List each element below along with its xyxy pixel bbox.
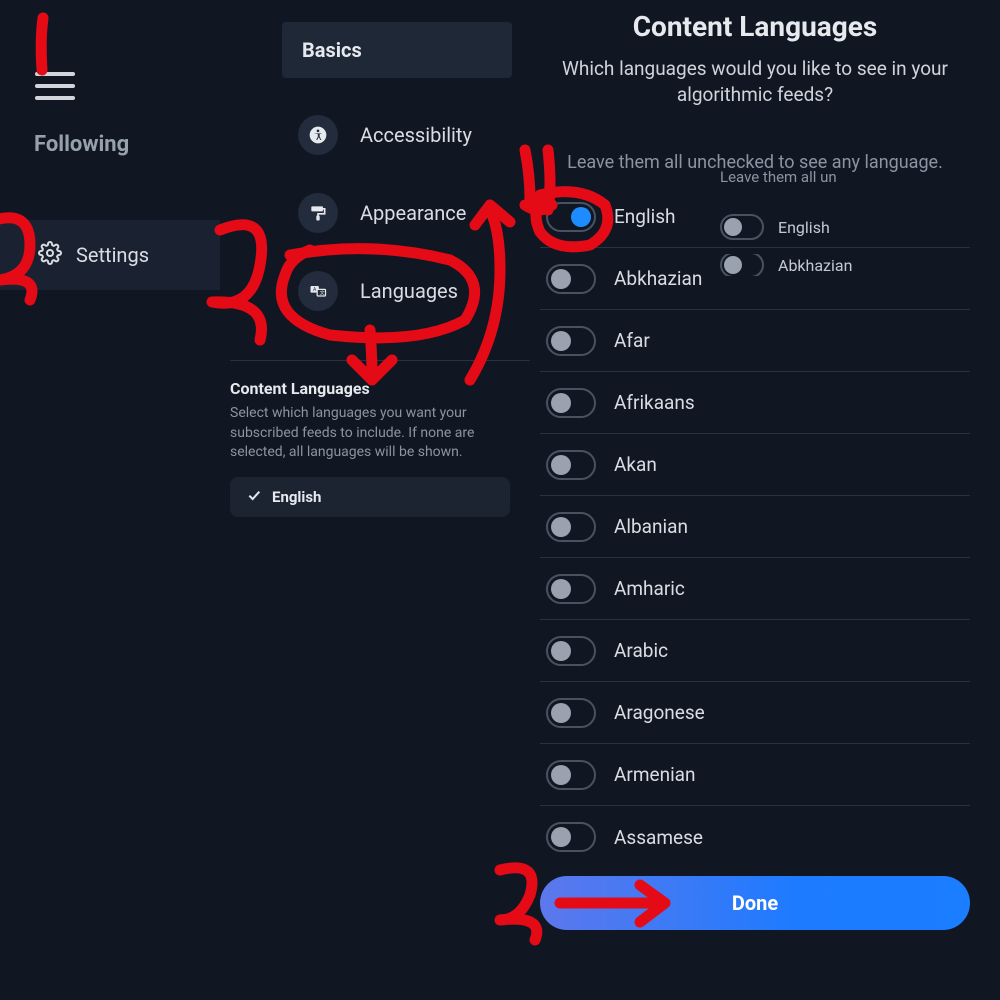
basics-item-label: Accessibility bbox=[360, 123, 472, 147]
language-row[interactable]: Armenian bbox=[540, 744, 970, 806]
language-label: Afar bbox=[614, 329, 650, 352]
language-row[interactable]: Akan bbox=[540, 434, 970, 496]
basics-item-languages[interactable]: A文 Languages bbox=[298, 252, 528, 330]
language-label: Aragonese bbox=[614, 701, 705, 724]
page-title: Content Languages bbox=[540, 10, 970, 43]
paint-roller-icon bbox=[298, 193, 338, 233]
language-toggle[interactable] bbox=[546, 326, 596, 356]
check-icon bbox=[246, 487, 262, 507]
language-label: Amharic bbox=[614, 577, 685, 600]
language-label: Afrikaans bbox=[614, 391, 695, 414]
language-toggle[interactable] bbox=[546, 822, 596, 852]
content-languages-subtitle: Select which languages you want your sub… bbox=[230, 404, 500, 463]
language-row[interactable]: Arabic bbox=[540, 620, 970, 682]
following-tab[interactable]: Following bbox=[34, 132, 129, 157]
content-languages-title: Content Languages bbox=[230, 379, 530, 398]
basics-item-appearance[interactable]: Appearance bbox=[298, 174, 528, 252]
selected-language-chip[interactable]: English bbox=[230, 477, 510, 517]
done-button[interactable]: Done bbox=[540, 876, 970, 930]
language-label: Albanian bbox=[614, 515, 688, 538]
language-row[interactable]: Aragonese bbox=[540, 682, 970, 744]
language-toggle[interactable] bbox=[546, 698, 596, 728]
language-toggle[interactable] bbox=[546, 512, 596, 542]
selected-language-chip-label: English bbox=[272, 488, 321, 506]
language-toggle[interactable] bbox=[546, 450, 596, 480]
language-toggle[interactable] bbox=[546, 202, 596, 232]
language-label: Assamese bbox=[614, 826, 703, 849]
basics-header: Basics bbox=[282, 22, 512, 78]
language-label: Abkhazian bbox=[614, 267, 702, 290]
languages-icon: A文 bbox=[298, 271, 338, 311]
language-toggle[interactable] bbox=[546, 760, 596, 790]
ghost-hint-fragment: Leave them all un bbox=[720, 168, 837, 186]
accessibility-icon bbox=[298, 115, 338, 155]
language-toggle[interactable] bbox=[546, 574, 596, 604]
language-label: English bbox=[614, 205, 675, 228]
language-label: Arabic bbox=[614, 639, 668, 662]
language-row[interactable]: Abkhazian bbox=[540, 248, 970, 310]
settings-label: Settings bbox=[76, 243, 149, 267]
content-languages-section: Content Languages Select which languages… bbox=[230, 360, 530, 517]
language-label: Akan bbox=[614, 453, 657, 476]
basics-item-accessibility[interactable]: Accessibility bbox=[298, 96, 528, 174]
language-label: Armenian bbox=[614, 763, 696, 786]
basics-item-label: Appearance bbox=[360, 201, 466, 225]
page-subtitle: Which languages would you like to see in… bbox=[540, 56, 970, 107]
basics-item-label: Languages bbox=[360, 279, 458, 303]
language-toggle[interactable] bbox=[546, 636, 596, 666]
language-row[interactable]: Afar bbox=[540, 310, 970, 372]
language-row[interactable]: English bbox=[540, 186, 970, 248]
sidebar-item-settings[interactable]: Settings bbox=[0, 220, 220, 290]
language-row[interactable]: Afrikaans bbox=[540, 372, 970, 434]
hamburger-icon[interactable] bbox=[35, 72, 75, 100]
gear-icon bbox=[38, 241, 62, 269]
language-row[interactable]: Albanian bbox=[540, 496, 970, 558]
language-row[interactable]: Assamese bbox=[540, 806, 970, 868]
svg-text:文: 文 bbox=[320, 289, 325, 296]
language-row[interactable]: Amharic bbox=[540, 558, 970, 620]
language-toggle[interactable] bbox=[546, 388, 596, 418]
language-toggle[interactable] bbox=[546, 264, 596, 294]
